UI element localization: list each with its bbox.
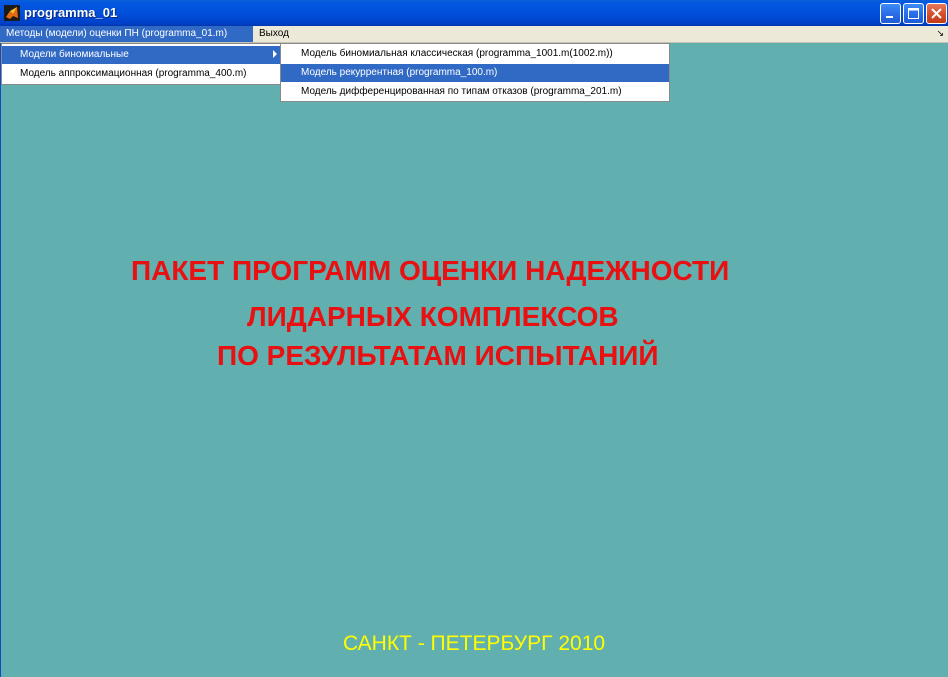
menu-item-label: Модели биномиальные <box>20 49 129 60</box>
methods-dropdown: Модели биномиальные Модель аппроксимацио… <box>1 43 281 85</box>
submenu-item-recurrent[interactable]: Модель рекуррентная (programma_100.m) <box>281 64 669 82</box>
window-titlebar[interactable]: programma_01 <box>0 0 948 26</box>
menu-methods[interactable]: Методы (модели) оценки ПН (programma_01.… <box>0 26 253 42</box>
menu-exit[interactable]: Выход <box>253 26 295 42</box>
close-icon <box>931 8 942 19</box>
submenu-arrow-icon <box>273 50 277 58</box>
title-line-3: ПО РЕЗУЛЬТАТАМ ИСПЫТАНИЙ <box>217 340 659 371</box>
maximize-icon <box>908 8 919 19</box>
title-line-1: ПАКЕТ ПРОГРАММ ОЦЕНКИ НАДЕЖНОСТИ <box>131 255 730 286</box>
minimize-button[interactable] <box>880 3 901 24</box>
title-line-2: ЛИДАРНЫХ КОМПЛЕКСОВ <box>247 301 619 332</box>
maximize-button[interactable] <box>903 3 924 24</box>
menu-item-label: Модель аппроксимационная (programma_400.… <box>20 68 247 79</box>
menubar: Методы (модели) оценки ПН (programma_01.… <box>0 26 948 43</box>
matlab-icon <box>4 5 20 21</box>
menu-item-binomial-models[interactable]: Модели биномиальные <box>2 46 280 64</box>
submenu-item-differentiated[interactable]: Модель дифференцированная по типам отказ… <box>281 83 669 101</box>
close-button[interactable] <box>926 3 947 24</box>
resize-icon: ↘ <box>936 28 944 38</box>
window-title: programma_01 <box>24 5 118 20</box>
minimize-icon <box>886 16 893 18</box>
menu-item-approximation-model[interactable]: Модель аппроксимационная (programma_400.… <box>2 65 280 83</box>
binomial-submenu: Модель биномиальная классическая (progra… <box>280 43 670 102</box>
submenu-item-classical[interactable]: Модель биномиальная классическая (progra… <box>281 45 669 63</box>
footer-city-year: САНКТ - ПЕТЕРБУРГ 2010 <box>342 632 606 655</box>
